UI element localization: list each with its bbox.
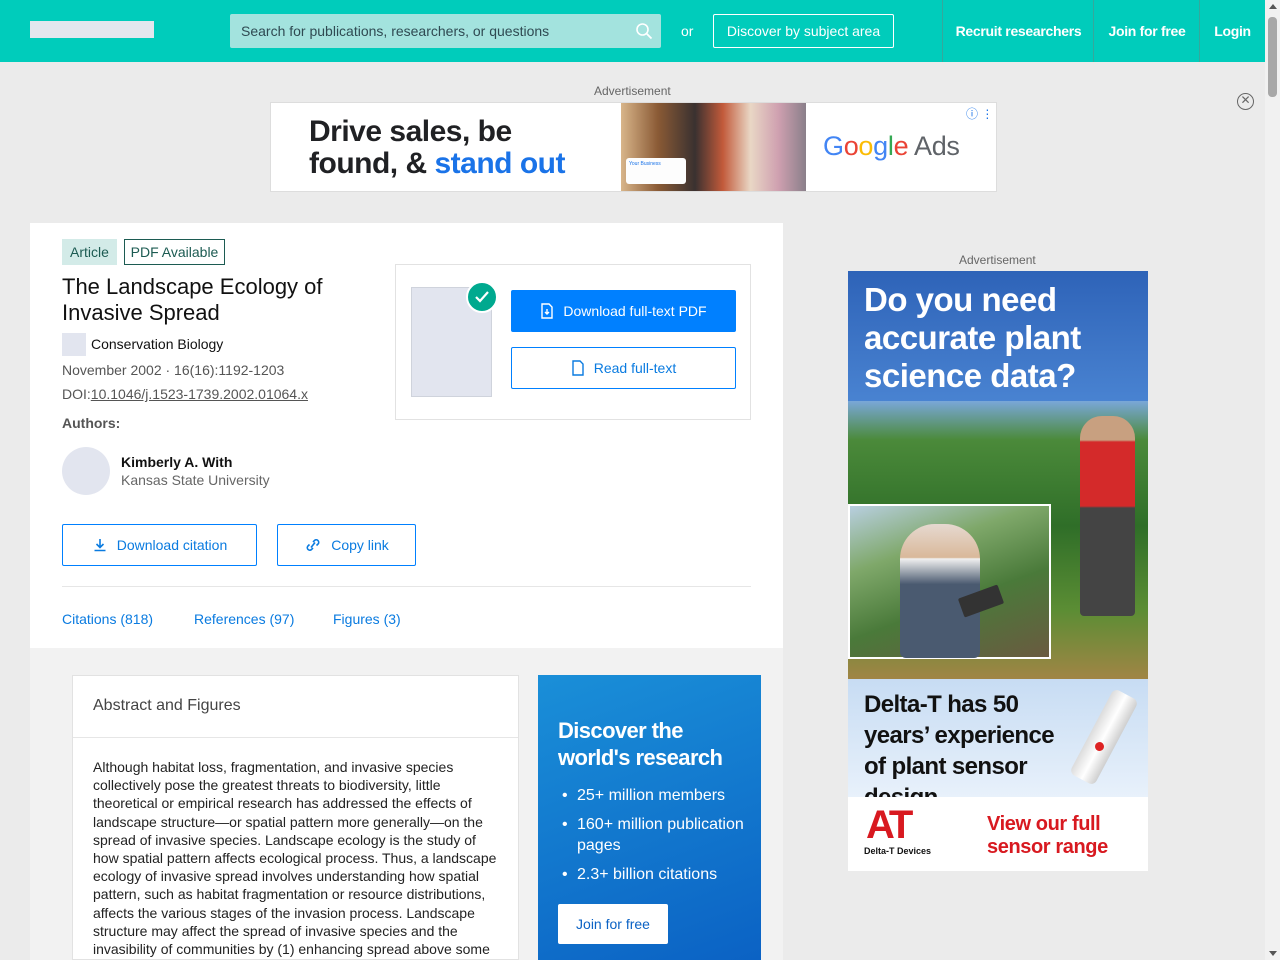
pdf-download-icon bbox=[541, 303, 554, 319]
link-icon bbox=[306, 539, 320, 551]
tab-citations[interactable]: Citations (818) bbox=[62, 611, 153, 627]
article-card: Article PDF Available The Landscape Ecol… bbox=[30, 223, 783, 648]
pdf-available-badge: PDF Available bbox=[124, 239, 225, 265]
search-bar[interactable] bbox=[230, 14, 661, 48]
download-pdf-button[interactable]: Download full-text PDF bbox=[511, 290, 736, 332]
delta-t-logo-subtitle: Delta-T Devices bbox=[864, 846, 932, 856]
doi-line: DOI:10.1046/j.1523-1739.2002.01064.x bbox=[62, 386, 308, 402]
banner-headline-accent: stand out bbox=[434, 147, 565, 180]
article-type-badge: Article bbox=[62, 239, 117, 265]
document-icon bbox=[572, 360, 584, 376]
search-icon[interactable] bbox=[635, 22, 653, 40]
banner-headline-2: found, & stand out bbox=[309, 147, 565, 181]
article-title: The Landscape Ecology of Invasive Spread bbox=[62, 274, 323, 325]
abstract-header: Abstract and Figures bbox=[73, 676, 518, 738]
advertisement-label: Advertisement bbox=[594, 84, 671, 98]
logo-letter: o bbox=[843, 131, 859, 161]
promo-stats-list: 25+ million members 160+ million publica… bbox=[558, 785, 753, 893]
promo-stat-item: 2.3+ billion citations bbox=[558, 864, 753, 885]
sidebar-ad-experience: Delta-T has 50 years’ experience of plan… bbox=[864, 691, 1055, 811]
download-citation-button[interactable]: Download citation bbox=[62, 524, 257, 566]
page-scrollbar[interactable] bbox=[1265, 0, 1280, 960]
advertisement-label: Advertisement bbox=[959, 253, 1036, 267]
sidebar-ad-question: Do you need accurate plant science data? bbox=[864, 281, 1081, 394]
doi-link[interactable]: 10.1046/j.1523-1739.2002.01064.x bbox=[91, 386, 308, 402]
sidebar-ad-header: Do you need accurate plant science data? bbox=[848, 271, 1148, 406]
discover-research-promo: Discover the world's research 25+ millio… bbox=[538, 675, 761, 960]
sensor-device-icon bbox=[1069, 688, 1139, 786]
recruit-researchers-link[interactable]: Recruit researchers bbox=[942, 0, 1094, 62]
sidebar-ad-cta[interactable]: View our full sensor range bbox=[987, 813, 1142, 859]
read-fulltext-button[interactable]: Read full-text bbox=[511, 347, 736, 389]
logo-letter: G bbox=[823, 131, 844, 161]
banner-headline-1: Drive sales, be bbox=[309, 115, 512, 148]
promo-stat-item: 160+ million publication pages bbox=[558, 814, 753, 856]
ad-info-icon[interactable]: ⓘ ⋮ bbox=[966, 105, 993, 122]
read-fulltext-label: Read full-text bbox=[593, 360, 677, 376]
abstract-text: Although habitat loss, fragmentation, an… bbox=[93, 759, 497, 958]
inset-photo bbox=[848, 504, 1051, 659]
tab-references[interactable]: References (97) bbox=[194, 611, 294, 627]
abstract-heading: Abstract and Figures bbox=[93, 697, 241, 714]
promo-join-button[interactable]: Join for free bbox=[558, 904, 668, 944]
logo-letter: g bbox=[873, 131, 888, 161]
publication-meta: November 2002 · 16(16):1192-1203 bbox=[62, 362, 285, 378]
sidebar-ad-footer: AT Delta-T Devices View our full sensor … bbox=[848, 797, 1148, 871]
section-divider bbox=[62, 586, 751, 587]
scroll-thumb[interactable] bbox=[1268, 17, 1277, 97]
scroll-up-arrow-icon[interactable] bbox=[1269, 4, 1277, 9]
abstract-card: Abstract and Figures Although habitat lo… bbox=[72, 675, 519, 960]
promo-title: Discover the world's research bbox=[558, 718, 723, 770]
search-input[interactable] bbox=[230, 14, 630, 48]
scroll-down-arrow-icon[interactable] bbox=[1269, 951, 1277, 956]
fulltext-box: Download full-text PDF Read full-text bbox=[395, 264, 751, 420]
authors-label: Authors: bbox=[62, 415, 121, 431]
logo-letter: o bbox=[858, 131, 874, 161]
login-link[interactable]: Login bbox=[1199, 0, 1265, 62]
researcher-figure bbox=[900, 524, 980, 658]
or-text: or bbox=[681, 23, 694, 39]
author-avatar[interactable] bbox=[62, 447, 110, 495]
download-pdf-label: Download full-text PDF bbox=[563, 303, 707, 319]
logo-letter: e bbox=[893, 131, 909, 161]
sensor-led bbox=[1093, 740, 1106, 753]
author-institution: Kansas State University bbox=[121, 472, 270, 488]
banner-business-card: Your Business bbox=[626, 158, 686, 184]
checkmark-icon bbox=[466, 281, 498, 313]
doi-label: DOI: bbox=[62, 386, 91, 402]
journal-link[interactable]: Conservation Biology bbox=[91, 336, 223, 352]
promo-stat-item: 25+ million members bbox=[558, 785, 753, 806]
delta-t-logo: AT bbox=[866, 803, 913, 847]
google-ads-logo: Google Ads bbox=[823, 131, 960, 162]
site-logo[interactable] bbox=[30, 21, 154, 38]
banner-headline-2-start: found, & bbox=[309, 147, 435, 180]
download-icon bbox=[94, 539, 106, 552]
banner-ad[interactable]: Drive sales, be found, & stand out Your … bbox=[270, 102, 997, 192]
sidebar-ad[interactable]: Do you need accurate plant science data?… bbox=[848, 271, 1148, 871]
copy-link-label: Copy link bbox=[331, 537, 389, 553]
download-citation-label: Download citation bbox=[116, 537, 228, 553]
tab-figures[interactable]: Figures (3) bbox=[333, 611, 401, 627]
discover-subject-button[interactable]: Discover by subject area bbox=[713, 14, 894, 48]
top-header: or Discover by subject area Recruit rese… bbox=[0, 0, 1265, 62]
sidebar-ad-middle: Delta-T has 50 years’ experience of plan… bbox=[848, 679, 1148, 811]
join-free-link[interactable]: Join for free bbox=[1093, 0, 1200, 62]
copy-link-button[interactable]: Copy link bbox=[277, 524, 416, 566]
farmer-figure bbox=[1080, 416, 1135, 616]
close-ad-icon[interactable]: ✕ bbox=[1237, 93, 1254, 110]
author-name[interactable]: Kimberly A. With bbox=[121, 454, 232, 470]
logo-ads-text: Ads bbox=[914, 131, 960, 161]
journal-icon bbox=[62, 333, 86, 356]
